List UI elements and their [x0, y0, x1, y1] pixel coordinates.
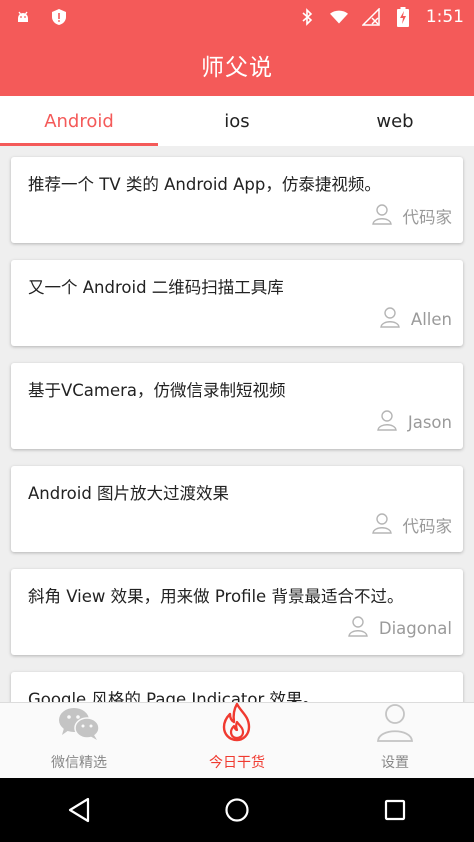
status-bar: 1:51 — [0, 0, 474, 33]
article-card[interactable]: Android 图片放大过渡效果 代码家 — [11, 466, 463, 552]
article-card[interactable]: 推荐一个 TV 类的 Android App，仿泰捷视频。 代码家 — [11, 157, 463, 243]
status-left-icons — [14, 8, 68, 26]
author-name: Jason — [407, 412, 452, 432]
tab-ios[interactable]: ios — [158, 96, 316, 146]
home-icon[interactable] — [207, 780, 267, 840]
no-signal-icon — [361, 7, 380, 26]
author-name: Diagonal — [378, 618, 452, 638]
wifi-icon — [329, 8, 348, 26]
battery-charging-icon — [394, 6, 412, 27]
nav-label: 今日干货 — [209, 755, 265, 771]
article-card[interactable]: 斜角 View 效果，用来做 Profile 背景最适合不过。 Diagonal — [11, 569, 463, 655]
article-card[interactable]: 又一个 Android 二维码扫描工具库 Allen — [11, 260, 463, 346]
status-time: 1:51 — [425, 6, 464, 27]
nav-item-wechat[interactable]: 微信精选 — [0, 703, 158, 778]
person-icon — [376, 409, 398, 435]
article-title: 推荐一个 TV 类的 Android App，仿泰捷视频。 — [28, 175, 381, 194]
tab-label: Android — [44, 110, 114, 132]
article-author: Allen — [379, 306, 452, 332]
author-name: 代码家 — [402, 517, 453, 536]
bottom-nav: 微信精选 今日干货 设置 — [0, 702, 474, 778]
article-list[interactable]: 推荐一个 TV 类的 Android App，仿泰捷视频。 代码家 又一个 An… — [0, 146, 474, 702]
tab-label: web — [376, 110, 414, 132]
system-nav-bar — [0, 778, 474, 842]
shield-alert-icon — [50, 8, 68, 26]
bluetooth-icon — [298, 7, 316, 26]
status-right-icons: 1:51 — [298, 6, 464, 27]
article-title: Android 图片放大过渡效果 — [28, 484, 230, 503]
wechat-icon — [57, 706, 101, 746]
tab-bar: Android ios web — [0, 96, 474, 146]
article-title: 基于VCamera，仿微信录制短视频 — [28, 381, 286, 400]
article-author: Diagonal — [347, 615, 452, 641]
article-title: 又一个 Android 二维码扫描工具库 — [28, 278, 284, 297]
nav-label: 微信精选 — [51, 755, 107, 771]
article-author: Jason — [376, 409, 452, 435]
person-icon — [379, 306, 401, 332]
article-card[interactable]: 基于VCamera，仿微信录制短视频 Jason — [11, 363, 463, 449]
android-debug-icon — [14, 8, 32, 26]
person-icon — [375, 702, 415, 746]
nav-item-settings[interactable]: 设置 — [316, 703, 474, 778]
tab-label: ios — [224, 110, 250, 132]
author-name: Allen — [410, 309, 452, 329]
app-bar: 师父说 — [0, 33, 474, 96]
article-title: Google 风格的 Page Indicator 效果。 — [28, 690, 320, 702]
tab-web[interactable]: web — [316, 96, 474, 146]
back-icon[interactable] — [49, 780, 109, 840]
article-title: 斜角 View 效果，用来做 Profile 背景最适合不过。 — [28, 587, 404, 606]
nav-item-today[interactable]: 今日干货 — [158, 702, 316, 778]
person-icon — [371, 512, 393, 538]
person-icon — [347, 615, 369, 641]
article-author: 代码家 — [371, 512, 453, 538]
nav-label: 设置 — [381, 755, 409, 771]
tab-android[interactable]: Android — [0, 96, 158, 146]
person-icon — [371, 203, 393, 229]
article-author: 代码家 — [371, 203, 453, 229]
article-card[interactable]: Google 风格的 Page Indicator 效果。 — [11, 672, 463, 702]
author-name: 代码家 — [402, 208, 453, 227]
app-title: 师父说 — [201, 54, 273, 81]
recents-icon[interactable] — [365, 780, 425, 840]
fire-icon — [219, 702, 255, 746]
